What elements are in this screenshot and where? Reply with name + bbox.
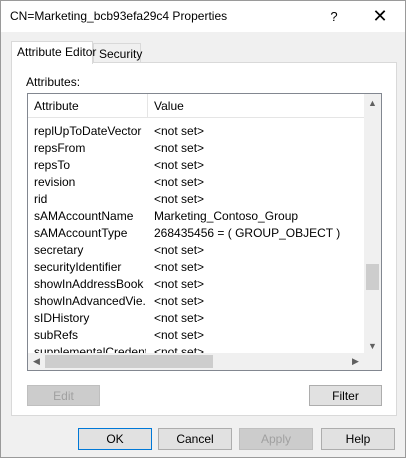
attribute-value-cell: 268435456 = ( GROUP_OBJECT ) [154, 226, 341, 240]
cancel-button[interactable]: Cancel [158, 428, 232, 450]
attribute-name-cell: repsFrom [34, 141, 86, 155]
table-row[interactable]: showInAdvancedVie... <not set> [28, 292, 364, 309]
ok-button[interactable]: OK [78, 428, 152, 450]
help-button[interactable]: Help [321, 428, 395, 450]
attribute-name-cell: securityIdentifier [34, 260, 122, 274]
table-row[interactable]: repsFrom <not set> [28, 139, 364, 156]
column-header-attribute[interactable]: Attribute [28, 94, 148, 118]
column-header-value[interactable]: Value [148, 94, 364, 118]
table-row[interactable]: showInAddressBook <not set> [28, 275, 364, 292]
attributes-label: Attributes: [26, 75, 81, 89]
attribute-value-cell: <not set> [154, 294, 205, 308]
table-row[interactable]: sAMAccountName Marketing_Contoso_Group [28, 207, 364, 224]
help-title-button[interactable]: ? [311, 1, 357, 32]
attribute-value-cell: Marketing_Contoso_Group [154, 209, 299, 223]
attribute-value-cell: <not set> [154, 328, 205, 342]
attribute-editor-panel: Attributes: Attribute Value replUpToDate… [11, 62, 397, 416]
attribute-value-cell: <not set> [154, 175, 205, 189]
window-title: CN=Marketing_bcb93efa29c4 Properties [10, 9, 228, 23]
edit-button[interactable]: Edit [27, 385, 100, 406]
attribute-name-cell: sAMAccountType [34, 226, 128, 240]
attribute-value-cell: <not set> [154, 124, 205, 138]
attribute-value-cell: <not set> [154, 243, 205, 257]
attribute-value-cell: <not set> [154, 158, 205, 172]
title-bar: CN=Marketing_bcb93efa29c4 Properties ? ✕ [1, 1, 405, 32]
attribute-name-cell: subRefs [34, 328, 79, 342]
vertical-scroll-thumb[interactable] [366, 264, 379, 290]
scroll-left-icon[interactable]: ◀ [28, 353, 45, 370]
scroll-up-icon[interactable]: ▲ [364, 94, 381, 111]
filter-button[interactable]: Filter [309, 385, 382, 406]
attribute-value-cell: <not set> [154, 260, 205, 274]
table-row[interactable]: subRefs <not set> [28, 326, 364, 343]
scrollbar-corner [364, 353, 381, 370]
attribute-name-cell: sAMAccountName [34, 209, 134, 223]
table-row[interactable]: sAMAccountType 268435456 = ( GROUP_OBJECT… [28, 224, 364, 241]
attributes-list[interactable]: Attribute Value replUpToDateVector <not s… [27, 93, 382, 371]
attribute-name-cell: replUpToDateVector [34, 124, 142, 138]
attribute-name-cell: sIDHistory [34, 311, 90, 325]
attribute-name-cell: showInAdvancedVie... [34, 294, 146, 308]
table-row[interactable]: secretary <not set> [28, 241, 364, 258]
table-row[interactable]: sIDHistory <not set> [28, 309, 364, 326]
attribute-value-cell: <not set> [154, 192, 205, 206]
attribute-value-cell: <not set> [154, 277, 205, 291]
attribute-value-cell: <not set> [154, 141, 205, 155]
table-row[interactable]: securityIdentifier <not set> [28, 258, 364, 275]
attribute-name-cell: showInAddressBook [34, 277, 144, 291]
attribute-value-cell: <not set> [154, 311, 205, 325]
tab-security[interactable]: Security [93, 43, 142, 63]
attribute-name-cell: rid [34, 192, 48, 206]
scroll-down-icon[interactable]: ▼ [364, 337, 381, 354]
properties-dialog: CN=Marketing_bcb93efa29c4 Properties ? ✕… [0, 0, 406, 458]
attribute-name-cell: repsTo [34, 158, 71, 172]
vertical-scrollbar[interactable]: ▲ ▼ [364, 94, 381, 354]
table-row[interactable]: rid <not set> [28, 190, 364, 207]
close-button[interactable]: ✕ [357, 1, 403, 32]
horizontal-scrollbar[interactable]: ◀ ▶ [28, 353, 364, 370]
list-header: Attribute Value [28, 94, 364, 118]
horizontal-scroll-thumb[interactable] [45, 355, 213, 368]
scroll-right-icon[interactable]: ▶ [347, 353, 364, 370]
apply-button[interactable]: Apply [239, 428, 313, 450]
table-row[interactable]: replUpToDateVector <not set> [28, 122, 364, 139]
table-row[interactable]: repsTo <not set> [28, 156, 364, 173]
tab-attribute-editor[interactable]: Attribute Editor [11, 41, 96, 64]
attribute-name-cell: revision [34, 175, 76, 189]
table-row[interactable]: revision <not set> [28, 173, 364, 190]
attribute-name-cell: secretary [34, 243, 84, 257]
list-rows: replUpToDateVector <not set> repsFrom <not … [28, 118, 364, 354]
